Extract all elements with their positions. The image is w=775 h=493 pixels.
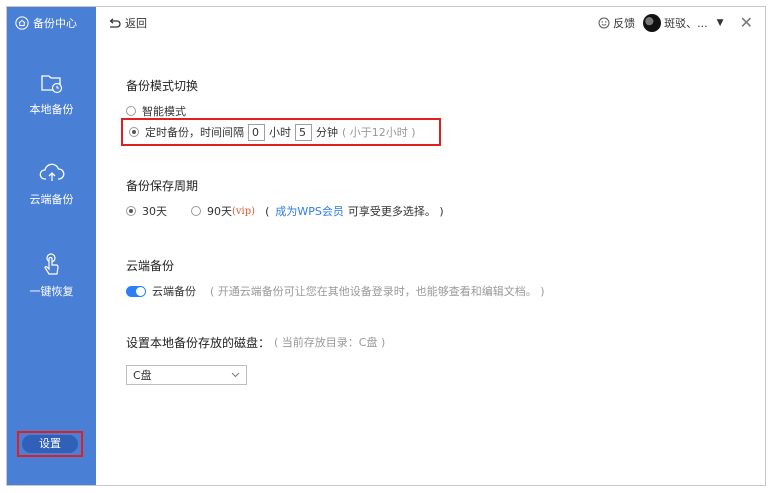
feedback-button[interactable]: 反馈	[598, 15, 635, 31]
paren-open: (	[265, 204, 270, 218]
become-member-link[interactable]: 成为WPS会员	[275, 203, 344, 219]
sidebar-item-label: 云端备份	[29, 193, 74, 206]
avatar	[643, 14, 662, 32]
retention-30-label: 30天	[142, 205, 167, 218]
member-suffix: 可享受更多选择。 )	[347, 205, 444, 218]
section-title: 云端备份	[126, 259, 175, 273]
tap-hand-icon	[43, 253, 59, 275]
cloud-backup-toggle-label: 云端备份	[152, 285, 196, 298]
timed-backup-highlight-box: 定时备份，时间间隔 0 小时 5 分钟 ( 小于12小时 )	[121, 118, 441, 146]
home-icon	[15, 16, 29, 30]
timed-backup-radio[interactable]	[129, 127, 139, 137]
back-button[interactable]: 返回	[108, 15, 147, 31]
retention-section: 备份保存周期 30天 90天 (vip) ( 成为WPS会员 可享受更多选择。 …	[126, 177, 444, 220]
retention-options: 30天 90天 (vip) ( 成为WPS会员 可享受更多选择。 )	[126, 202, 444, 220]
section-title: 设置本地备份存放的磁盘：	[126, 335, 271, 350]
back-label: 返回	[125, 17, 147, 30]
disk-select[interactable]: C盘	[126, 365, 247, 385]
interval-hint: ( 小于12小时 )	[342, 126, 416, 139]
disk-section: 设置本地备份存放的磁盘： ( 当前存放目录：C盘 ) C盘	[126, 333, 385, 385]
minutes-input[interactable]: 5	[295, 123, 312, 141]
chevron-down-icon	[231, 372, 240, 378]
sidebar-item-label: 一键恢复	[29, 285, 74, 298]
local-folder-clock-icon	[40, 75, 62, 94]
smart-mode-radio[interactable]	[126, 106, 136, 116]
sidebar-header-label: 备份中心	[33, 17, 77, 30]
smart-mode-label: 智能模式	[142, 105, 186, 118]
retention-90-radio[interactable]	[191, 206, 201, 216]
back-arrow-icon	[109, 17, 121, 28]
cloud-backup-section: 云端备份 云端备份 ( 开通云端备份可让您在其他设备登录时，也能够查看和编辑文档…	[126, 257, 545, 300]
sidebar-header: 备份中心	[7, 7, 96, 39]
disk-title-row: 设置本地备份存放的磁盘： ( 当前存放目录：C盘 )	[126, 333, 385, 351]
top-bar: 返回 反馈 斑驳、... ▼ ✕	[96, 7, 765, 39]
sidebar-item-one-click-restore[interactable]: 一键恢复	[7, 251, 96, 299]
retention-90-label: 90天	[207, 205, 232, 218]
disk-select-value: C盘	[133, 369, 152, 382]
section-title: 备份保存周期	[126, 179, 199, 193]
cloud-upload-icon	[39, 163, 64, 181]
hours-input[interactable]: 0	[248, 123, 265, 141]
current-directory-hint: ( 当前存放目录：C盘 )	[274, 336, 386, 349]
backup-center-window: 备份中心 本地备份 云端备份 一键恢复 设置 返回 反馈 斑驳、... ▼ ✕ …	[6, 6, 766, 486]
vip-tag: (vip)	[232, 205, 256, 217]
close-icon[interactable]: ✕	[740, 15, 753, 31]
smiley-icon	[598, 17, 610, 29]
feedback-label: 反馈	[613, 17, 636, 30]
cloud-backup-description: ( 开通云端备份可让您在其他设备登录时，也能够查看和编辑文档。 )	[210, 285, 545, 298]
settings-button[interactable]: 设置	[22, 435, 78, 453]
minutes-unit: 分钟	[316, 126, 338, 139]
hours-unit: 小时	[269, 126, 291, 139]
cloud-backup-toggle[interactable]	[126, 285, 146, 297]
sidebar: 备份中心 本地备份 云端备份 一键恢复 设置	[7, 7, 96, 485]
dropdown-triangle-icon: ▼	[716, 18, 724, 28]
top-bar-right: 反馈 斑驳、... ▼ ✕	[598, 14, 753, 32]
backup-mode-section: 备份模式切换 智能模式	[126, 77, 198, 120]
username-label: 斑驳、...	[664, 17, 708, 30]
timed-backup-option[interactable]: 定时备份，时间间隔 0 小时 5 分钟 ( 小于12小时 )	[123, 120, 439, 144]
cloud-backup-row: 云端备份 ( 开通云端备份可让您在其他设备登录时，也能够查看和编辑文档。 )	[126, 282, 545, 300]
sidebar-item-local-backup[interactable]: 本地备份	[7, 69, 96, 117]
timed-backup-label: 定时备份，时间间隔	[145, 126, 244, 139]
retention-30-radio[interactable]	[126, 206, 136, 216]
section-title: 备份模式切换	[126, 79, 199, 93]
settings-highlight-box: 设置	[17, 431, 83, 457]
sidebar-item-cloud-backup[interactable]: 云端备份	[7, 159, 96, 207]
sidebar-item-label: 本地备份	[29, 103, 74, 116]
user-menu[interactable]: 斑驳、... ▼	[643, 14, 724, 32]
